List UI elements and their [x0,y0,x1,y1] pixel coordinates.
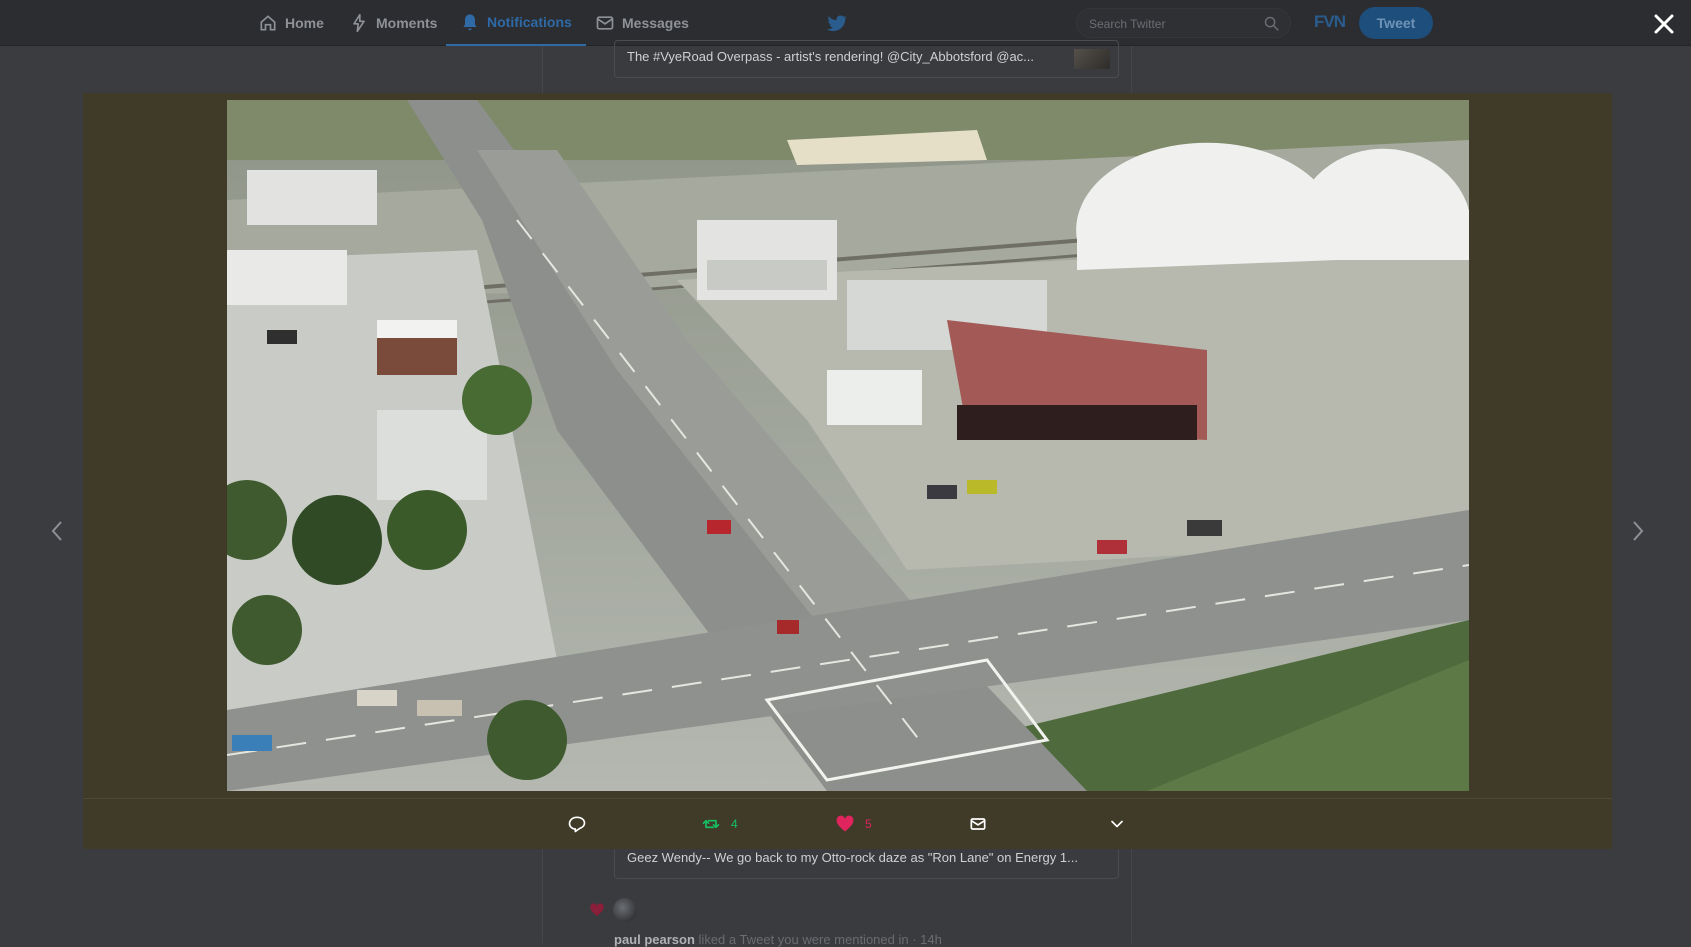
liked-user-name[interactable]: paul pearson [614,932,695,947]
envelope-icon [970,818,986,830]
like-notification-text: paul pearson liked a Tweet you were ment… [614,932,942,947]
next-arrow-icon[interactable] [1628,518,1648,544]
aerial-rendering-image [227,100,1469,791]
nav-notifications-label: Notifications [487,14,572,30]
envelope-icon [596,16,614,30]
profile-brand-logo[interactable]: FVN [1314,12,1346,32]
quoted-tweet-top[interactable]: The #VyeRoad Overpass - artist's renderi… [614,40,1119,78]
like-button[interactable]: 5 [835,812,872,836]
quoted-tweet-text: Geez Wendy-- We go back to my Otto-rock … [627,850,1078,865]
home-icon [260,15,276,31]
nav-home[interactable]: Home [258,0,324,46]
tweet-action-bar: 4 5 [83,798,1612,849]
quoted-tweet-thumbnail [1074,49,1110,69]
nav-moments-label: Moments [376,15,438,31]
reply-icon [568,816,586,833]
nav-messages-label: Messages [622,15,689,31]
twitter-bird-icon[interactable] [826,12,848,34]
media-image[interactable] [227,100,1469,791]
bell-icon [463,14,477,31]
quoted-tweet-text: The #VyeRoad Overpass - artist's renderi… [627,49,1035,64]
previous-arrow-icon[interactable] [47,518,67,544]
nav-moments[interactable]: Moments [349,0,437,46]
retweet-button[interactable]: 4 [701,812,738,836]
lightning-icon [353,13,365,33]
search-input[interactable] [1089,15,1259,33]
retweet-icon [702,819,720,829]
chevron-down-icon [1111,820,1123,828]
liked-timestamp[interactable]: 14h [920,932,942,947]
more-options-button[interactable] [1107,812,1127,836]
liked-action-text: liked a Tweet you were mentioned in [698,932,909,947]
nav-notifications[interactable]: Notifications [446,0,586,46]
direct-message-button[interactable] [968,812,988,836]
avatar[interactable] [613,898,637,922]
nav-home-label: Home [285,15,324,31]
heart-icon [836,815,854,832]
search-box[interactable] [1076,8,1291,38]
search-icon[interactable] [1263,15,1280,32]
reply-button[interactable] [567,812,587,836]
heart-icon [590,903,604,916]
tweet-button[interactable]: Tweet [1359,7,1433,39]
like-notification [589,898,637,922]
media-modal: 4 5 [51,93,1644,849]
like-count: 5 [865,817,872,831]
close-icon[interactable] [1652,12,1676,36]
retweet-count: 4 [731,817,738,831]
